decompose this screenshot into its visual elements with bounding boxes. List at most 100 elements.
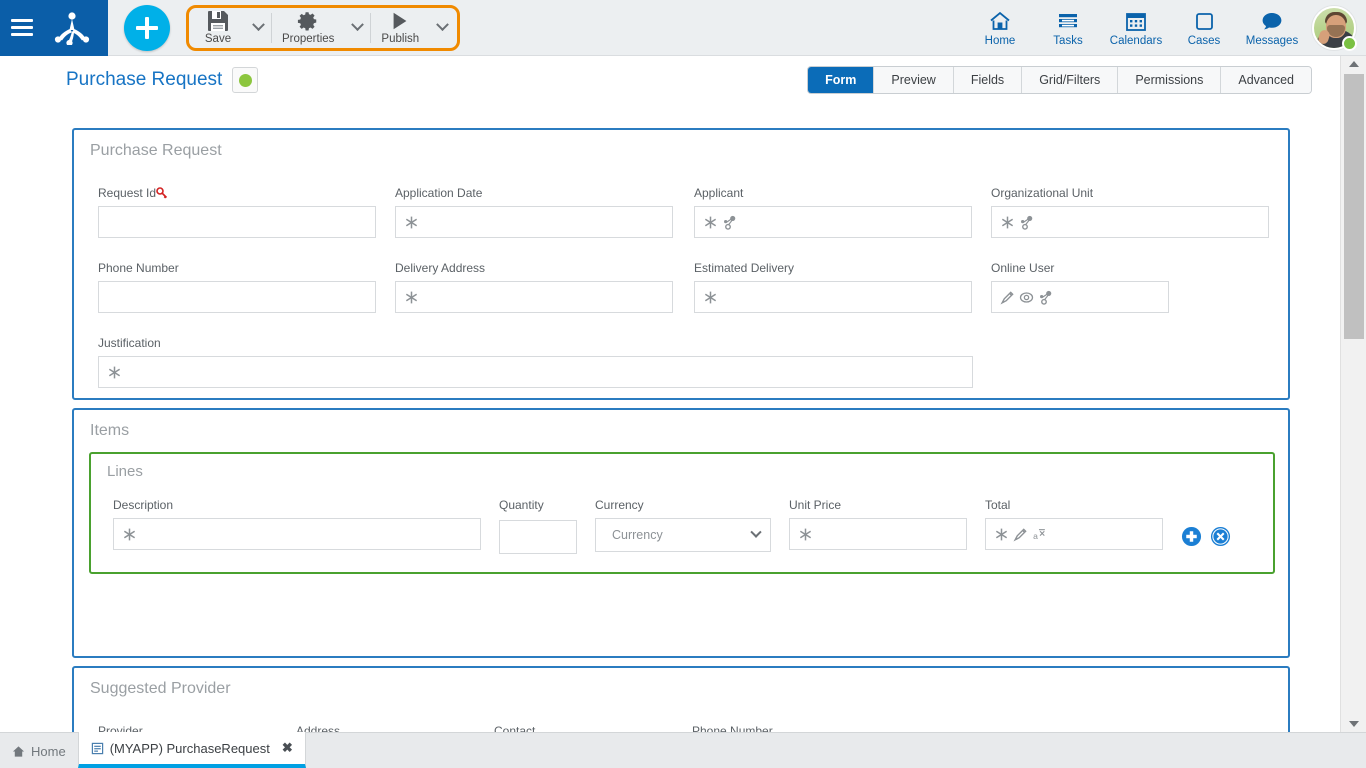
vertical-scrollbar[interactable] (1340, 56, 1366, 732)
status-badge (1342, 35, 1357, 51)
pen-expression-icon (1000, 290, 1014, 305)
field-input-applicant[interactable] (694, 206, 972, 238)
chevron-down-icon (351, 18, 364, 32)
tab-form[interactable]: Form (808, 67, 875, 93)
asterisk-required-icon (799, 528, 812, 540)
asterisk-required-icon (123, 528, 136, 540)
eye-visibility-icon (1019, 291, 1034, 303)
new-item-button[interactable] (124, 4, 170, 51)
calendar-icon (1126, 12, 1146, 31)
svg-text:a: a (1033, 530, 1038, 540)
field-label-delivery-address: Delivery Address (395, 261, 486, 275)
asterisk-required-icon (108, 366, 121, 378)
asterisk-required-icon (704, 291, 717, 303)
currency-selected-value: Currency (612, 528, 663, 542)
column-select-currency[interactable]: Currency (595, 518, 771, 552)
close-icon[interactable]: ✖ (282, 740, 293, 756)
field-label-justification: Justification (98, 336, 161, 350)
lines-collection[interactable]: Lines Description Quantity Currency Curr… (89, 452, 1275, 574)
nav-tasks-label: Tasks (1053, 34, 1083, 47)
bottom-tab-purchaserequest[interactable]: (MYAPP) PurchaseRequest ✖ (77, 732, 306, 768)
add-row-button[interactable] (1181, 526, 1202, 547)
field-input-application-date[interactable] (395, 206, 673, 238)
nav-home[interactable]: Home (969, 2, 1031, 54)
relation-icon (1040, 290, 1052, 305)
properties-button[interactable]: Properties (272, 8, 344, 47)
remove-row-button[interactable] (1210, 526, 1231, 547)
save-button-label: Save (204, 33, 232, 45)
nav-calendars[interactable]: Calendars (1105, 2, 1167, 54)
save-dropdown-button[interactable] (245, 8, 271, 48)
column-label-currency: Currency (595, 498, 644, 512)
section-title: Items (90, 422, 130, 439)
field-input-request-id[interactable] (98, 206, 376, 238)
lines-title: Lines (107, 463, 143, 480)
avatar[interactable] (1312, 5, 1357, 51)
caret-down-icon (1349, 721, 1359, 727)
bizagi-logo-icon[interactable] (44, 0, 100, 56)
field-label-organizational-unit: Organizational Unit (991, 186, 1094, 200)
add-row-icon (1181, 526, 1202, 547)
section-title: Purchase Request (90, 142, 222, 159)
tab-permissions[interactable]: Permissions (1118, 67, 1222, 93)
relation-icon (724, 215, 736, 230)
nav-calendars-label: Calendars (1109, 34, 1163, 47)
status-badge[interactable] (232, 67, 259, 93)
publish-button-label: Publish (381, 33, 420, 45)
chevron-down-icon (750, 526, 762, 538)
nav-tasks[interactable]: Tasks (1037, 2, 1099, 54)
tab-preview[interactable]: Preview (874, 67, 954, 93)
scroll-up-button[interactable] (1341, 56, 1366, 72)
column-input-description[interactable] (113, 518, 481, 550)
bottom-tab-purchaserequest-label: (MYAPP) PurchaseRequest (109, 740, 270, 756)
column-label-contact: Contact (494, 724, 536, 732)
publish-dropdown-button[interactable] (429, 8, 455, 48)
bottom-tab-home[interactable]: Home (0, 735, 78, 768)
formula-icon: a (1033, 528, 1045, 540)
properties-dropdown-button[interactable] (344, 8, 370, 48)
nav-cases[interactable]: Cases (1173, 2, 1235, 54)
field-label-request-id: Request Id (98, 186, 168, 200)
label-text: Request Id (98, 186, 157, 200)
publish-button[interactable]: Publish (371, 8, 429, 47)
field-label-application-date: Application Date (395, 186, 483, 200)
section-items[interactable]: Items Lines Description Quantity Currenc… (72, 408, 1290, 732)
gear-icon (298, 12, 317, 31)
field-label-online-user: Online User (991, 261, 1055, 275)
field-input-estimated-delivery[interactable] (694, 281, 972, 313)
section-purchase-request[interactable]: Purchase Request Request Id Application … (72, 128, 1290, 400)
field-input-justification[interactable] (98, 356, 973, 388)
asterisk-required-icon (1001, 216, 1014, 228)
save-button[interactable]: Save (191, 8, 245, 47)
column-input-total[interactable]: a (985, 518, 1163, 550)
asterisk-required-icon (405, 216, 418, 228)
tab-fields[interactable]: Fields (953, 67, 1023, 93)
column-label-address: Address (296, 724, 341, 732)
top-toolbar: Save Properties Publish Home Tasks Calen… (0, 0, 1366, 56)
section-suggested-provider[interactable]: Suggested Provider Provider Address Cont… (72, 666, 1290, 732)
scroll-down-button[interactable] (1341, 716, 1366, 732)
column-input-quantity[interactable] (499, 520, 577, 554)
column-input-unit-price[interactable] (789, 518, 967, 550)
field-input-delivery-address[interactable] (395, 281, 673, 313)
tab-advanced[interactable]: Advanced (1221, 67, 1311, 93)
hamburger-icon[interactable] (0, 0, 44, 56)
nav-messages[interactable]: Messages (1241, 2, 1303, 54)
column-label-phone-number: Phone Number (692, 724, 773, 732)
column-label-unit-price: Unit Price (789, 498, 842, 512)
home-small-icon (12, 746, 25, 757)
field-label-applicant: Applicant (694, 186, 744, 200)
scrollbar-thumb[interactable] (1344, 74, 1364, 339)
remove-row-icon (1210, 526, 1231, 547)
message-bubble-icon (1262, 12, 1282, 29)
tab-grid-filters[interactable]: Grid/Filters (1022, 67, 1119, 93)
field-input-online-user[interactable] (991, 281, 1169, 313)
global-nav: Home Tasks Calendars Cases Messages (966, 0, 1366, 56)
properties-button-label: Properties (282, 33, 335, 45)
column-label-description: Description (113, 498, 174, 512)
field-input-organizational-unit[interactable] (991, 206, 1269, 238)
form-canvas: Purchase Request Request Id Application … (0, 104, 1340, 732)
asterisk-required-icon (704, 216, 717, 228)
bottom-tab-home-label: Home (31, 744, 66, 759)
field-input-phone-number[interactable] (98, 281, 376, 313)
